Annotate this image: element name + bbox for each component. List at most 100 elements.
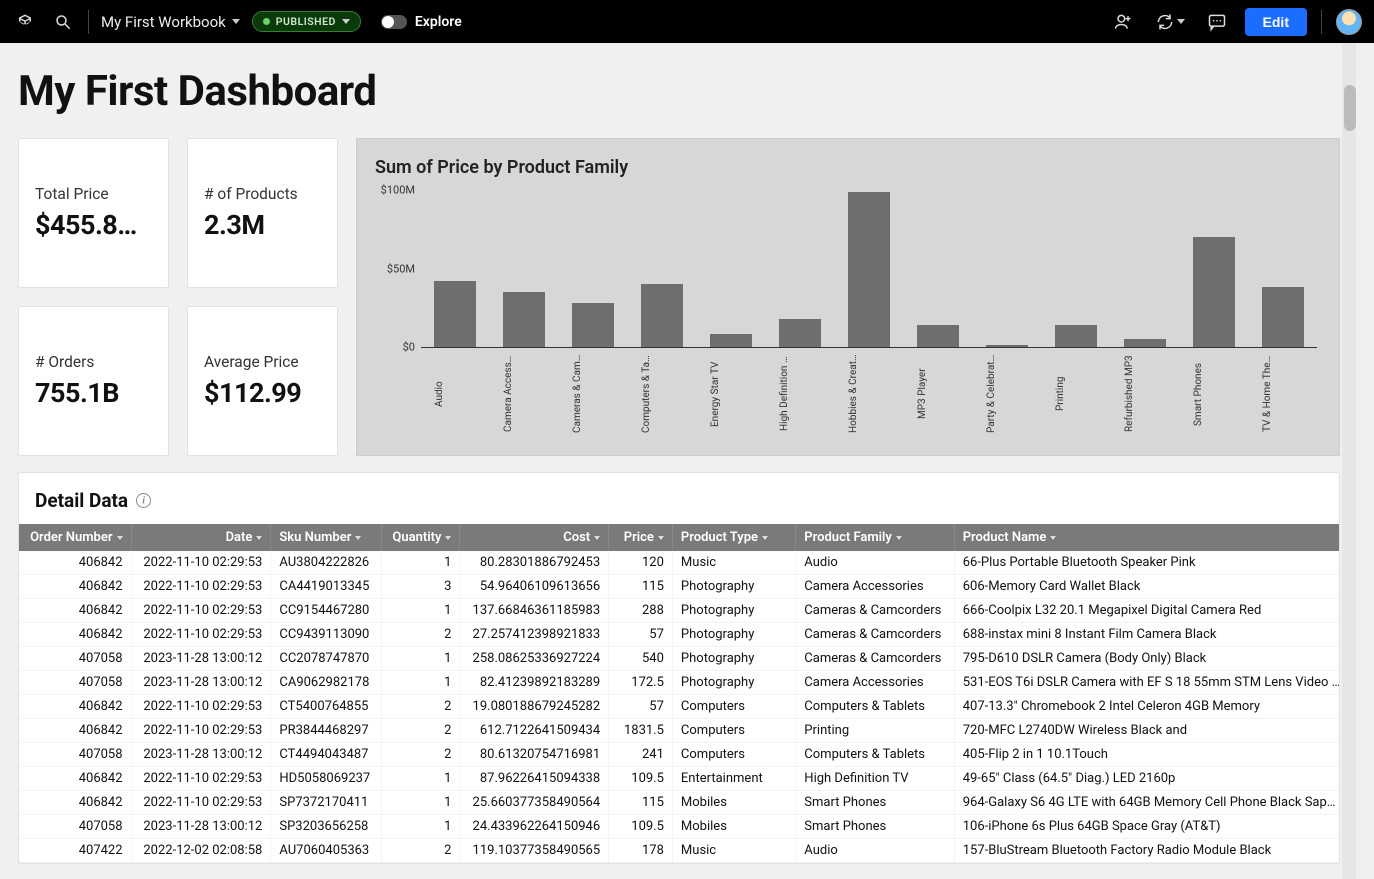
table-cell: Audio [796,551,954,575]
table-cell: 2 [382,743,460,767]
column-header[interactable]: Cost [460,524,609,551]
chart-bar[interactable] [572,303,614,347]
table-cell: 2 [382,623,460,647]
table-wrap: Order NumberDateSku NumberQuantityCostPr… [19,524,1339,863]
table-cell: 407-13.3" Chromebook 2 Intel Celeron 4GB… [954,695,1339,719]
table-row[interactable]: 4070582023-11-28 13:00:12CA9062982178182… [19,671,1339,695]
explore-label: Explore [415,14,462,30]
table-cell: 406842 [19,599,131,623]
table-cell: SP7372170411 [271,791,382,815]
comments-icon[interactable] [1203,8,1231,36]
table-cell: 115 [609,575,673,599]
kpi-avg-price[interactable]: Average Price $112.99 [187,306,338,456]
table-cell: 795-D610 DSLR Camera (Body Only) Black [954,647,1339,671]
scrollbar-track [1342,43,1356,879]
column-header[interactable]: Product Type [672,524,795,551]
kpi-value: $112.99 [204,377,321,409]
chart-bar[interactable] [1193,237,1235,347]
kpi-label: # of Products [204,185,321,203]
chart-bar[interactable] [434,281,476,347]
table-cell: PR3844468297 [271,719,382,743]
app-logo-icon[interactable] [12,9,38,35]
column-header[interactable]: Sku Number [271,524,382,551]
table-cell: 1 [382,671,460,695]
table-row[interactable]: 4068422022-11-10 02:29:53CA4419013345354… [19,575,1339,599]
explore-toggle[interactable] [381,15,407,29]
chart-bar[interactable] [1262,287,1304,347]
table-cell: 406842 [19,575,131,599]
table-row[interactable]: 4068422022-11-10 02:29:53AU3804222826180… [19,551,1339,575]
chart-bar[interactable] [641,284,683,347]
table-row[interactable]: 4068422022-11-10 02:29:53CC9154467280113… [19,599,1339,623]
column-header[interactable]: Product Family [796,524,954,551]
edit-button[interactable]: Edit [1245,8,1307,36]
table-cell: 1831.5 [609,719,673,743]
table-cell: 612.7122641509434 [460,719,609,743]
table-cell: 25.660377358490564 [460,791,609,815]
chart-x-label: Smart Phones [1193,354,1235,434]
chart-bar[interactable] [848,192,890,347]
table-cell: Camera Accessories [796,575,954,599]
table-cell: Photography [672,647,795,671]
table-cell: 66-Plus Portable Bluetooth Speaker Pink [954,551,1339,575]
status-dot-icon [263,18,270,25]
table-cell: 2023-11-28 13:00:12 [131,815,271,839]
column-header[interactable]: Date [131,524,271,551]
table-cell: 87.96226415094338 [460,767,609,791]
workbook-name-dropdown[interactable]: My First Workbook [101,13,240,31]
column-header[interactable]: Order Number [19,524,131,551]
table-cell: 2022-11-10 02:29:53 [131,719,271,743]
chart-card[interactable]: Sum of Price by Product Family $100M$50M… [356,138,1340,456]
table-row[interactable]: 4068422022-11-10 02:29:53SP7372170411125… [19,791,1339,815]
table-cell: 407058 [19,647,131,671]
table-cell: Computers [672,695,795,719]
column-header[interactable]: Product Name [954,524,1339,551]
table-cell: CC2078747870 [271,647,382,671]
table-row[interactable]: 4070582023-11-28 13:00:12CT4494043487280… [19,743,1339,767]
table-cell: Audio [796,839,954,863]
chart-title: Sum of Price by Product Family [375,157,1321,178]
chart-bar[interactable] [1124,339,1166,347]
avatar[interactable] [1336,9,1362,35]
chart-bar[interactable] [503,292,545,347]
info-icon[interactable] [136,493,151,508]
table-cell: 406842 [19,719,131,743]
table-row[interactable]: 4070582023-11-28 13:00:12CC2078747870125… [19,647,1339,671]
chart-bar[interactable] [986,345,1028,347]
table-cell: Photography [672,623,795,647]
top-bar-left: My First Workbook PUBLISHED Explore [12,9,462,35]
table-row[interactable]: 4068422022-11-10 02:29:53HD5058069237187… [19,767,1339,791]
add-user-icon[interactable] [1109,8,1137,36]
chart-x-label: Computers & Ta… [641,354,683,434]
table-row[interactable]: 4068422022-11-10 02:29:53CC9439113090227… [19,623,1339,647]
refresh-icon[interactable] [1151,8,1189,36]
table-cell: 80.61320754716981 [460,743,609,767]
chart-x-label: MP3 Player [917,354,959,434]
kpi-total-price[interactable]: Total Price $455.8… [18,138,169,288]
kpi-num-products[interactable]: # of Products 2.3M [187,138,338,288]
table-cell: 24.433962264150946 [460,815,609,839]
table-cell: 57 [609,695,673,719]
table-cell: Photography [672,671,795,695]
table-cell: Camera Accessories [796,671,954,695]
search-icon[interactable] [50,9,76,35]
table-cell: 172.5 [609,671,673,695]
chart-x-label: Party & Celebrat… [986,354,1028,434]
column-header[interactable]: Price [609,524,673,551]
top-bar: My First Workbook PUBLISHED Explore Edit [0,0,1374,43]
table-cell: 109.5 [609,815,673,839]
scrollbar-thumb[interactable] [1344,85,1356,131]
table-row[interactable]: 4070582023-11-28 13:00:12SP3203656258124… [19,815,1339,839]
table-row[interactable]: 4068422022-11-10 02:29:53CT5400764855219… [19,695,1339,719]
table-cell: 1 [382,599,460,623]
column-header[interactable]: Quantity [382,524,460,551]
chart-bar[interactable] [1055,325,1097,347]
table-row[interactable]: 4074222022-12-02 02:08:58AU7060405363211… [19,839,1339,863]
chart-bar[interactable] [917,325,959,347]
publish-status-badge[interactable]: PUBLISHED [252,11,361,32]
table-cell: 406842 [19,551,131,575]
chart-bar[interactable] [710,334,752,347]
kpi-num-orders[interactable]: # Orders 755.1B [18,306,169,456]
chart-bar[interactable] [779,319,821,347]
table-row[interactable]: 4068422022-11-10 02:29:53PR3844468297261… [19,719,1339,743]
